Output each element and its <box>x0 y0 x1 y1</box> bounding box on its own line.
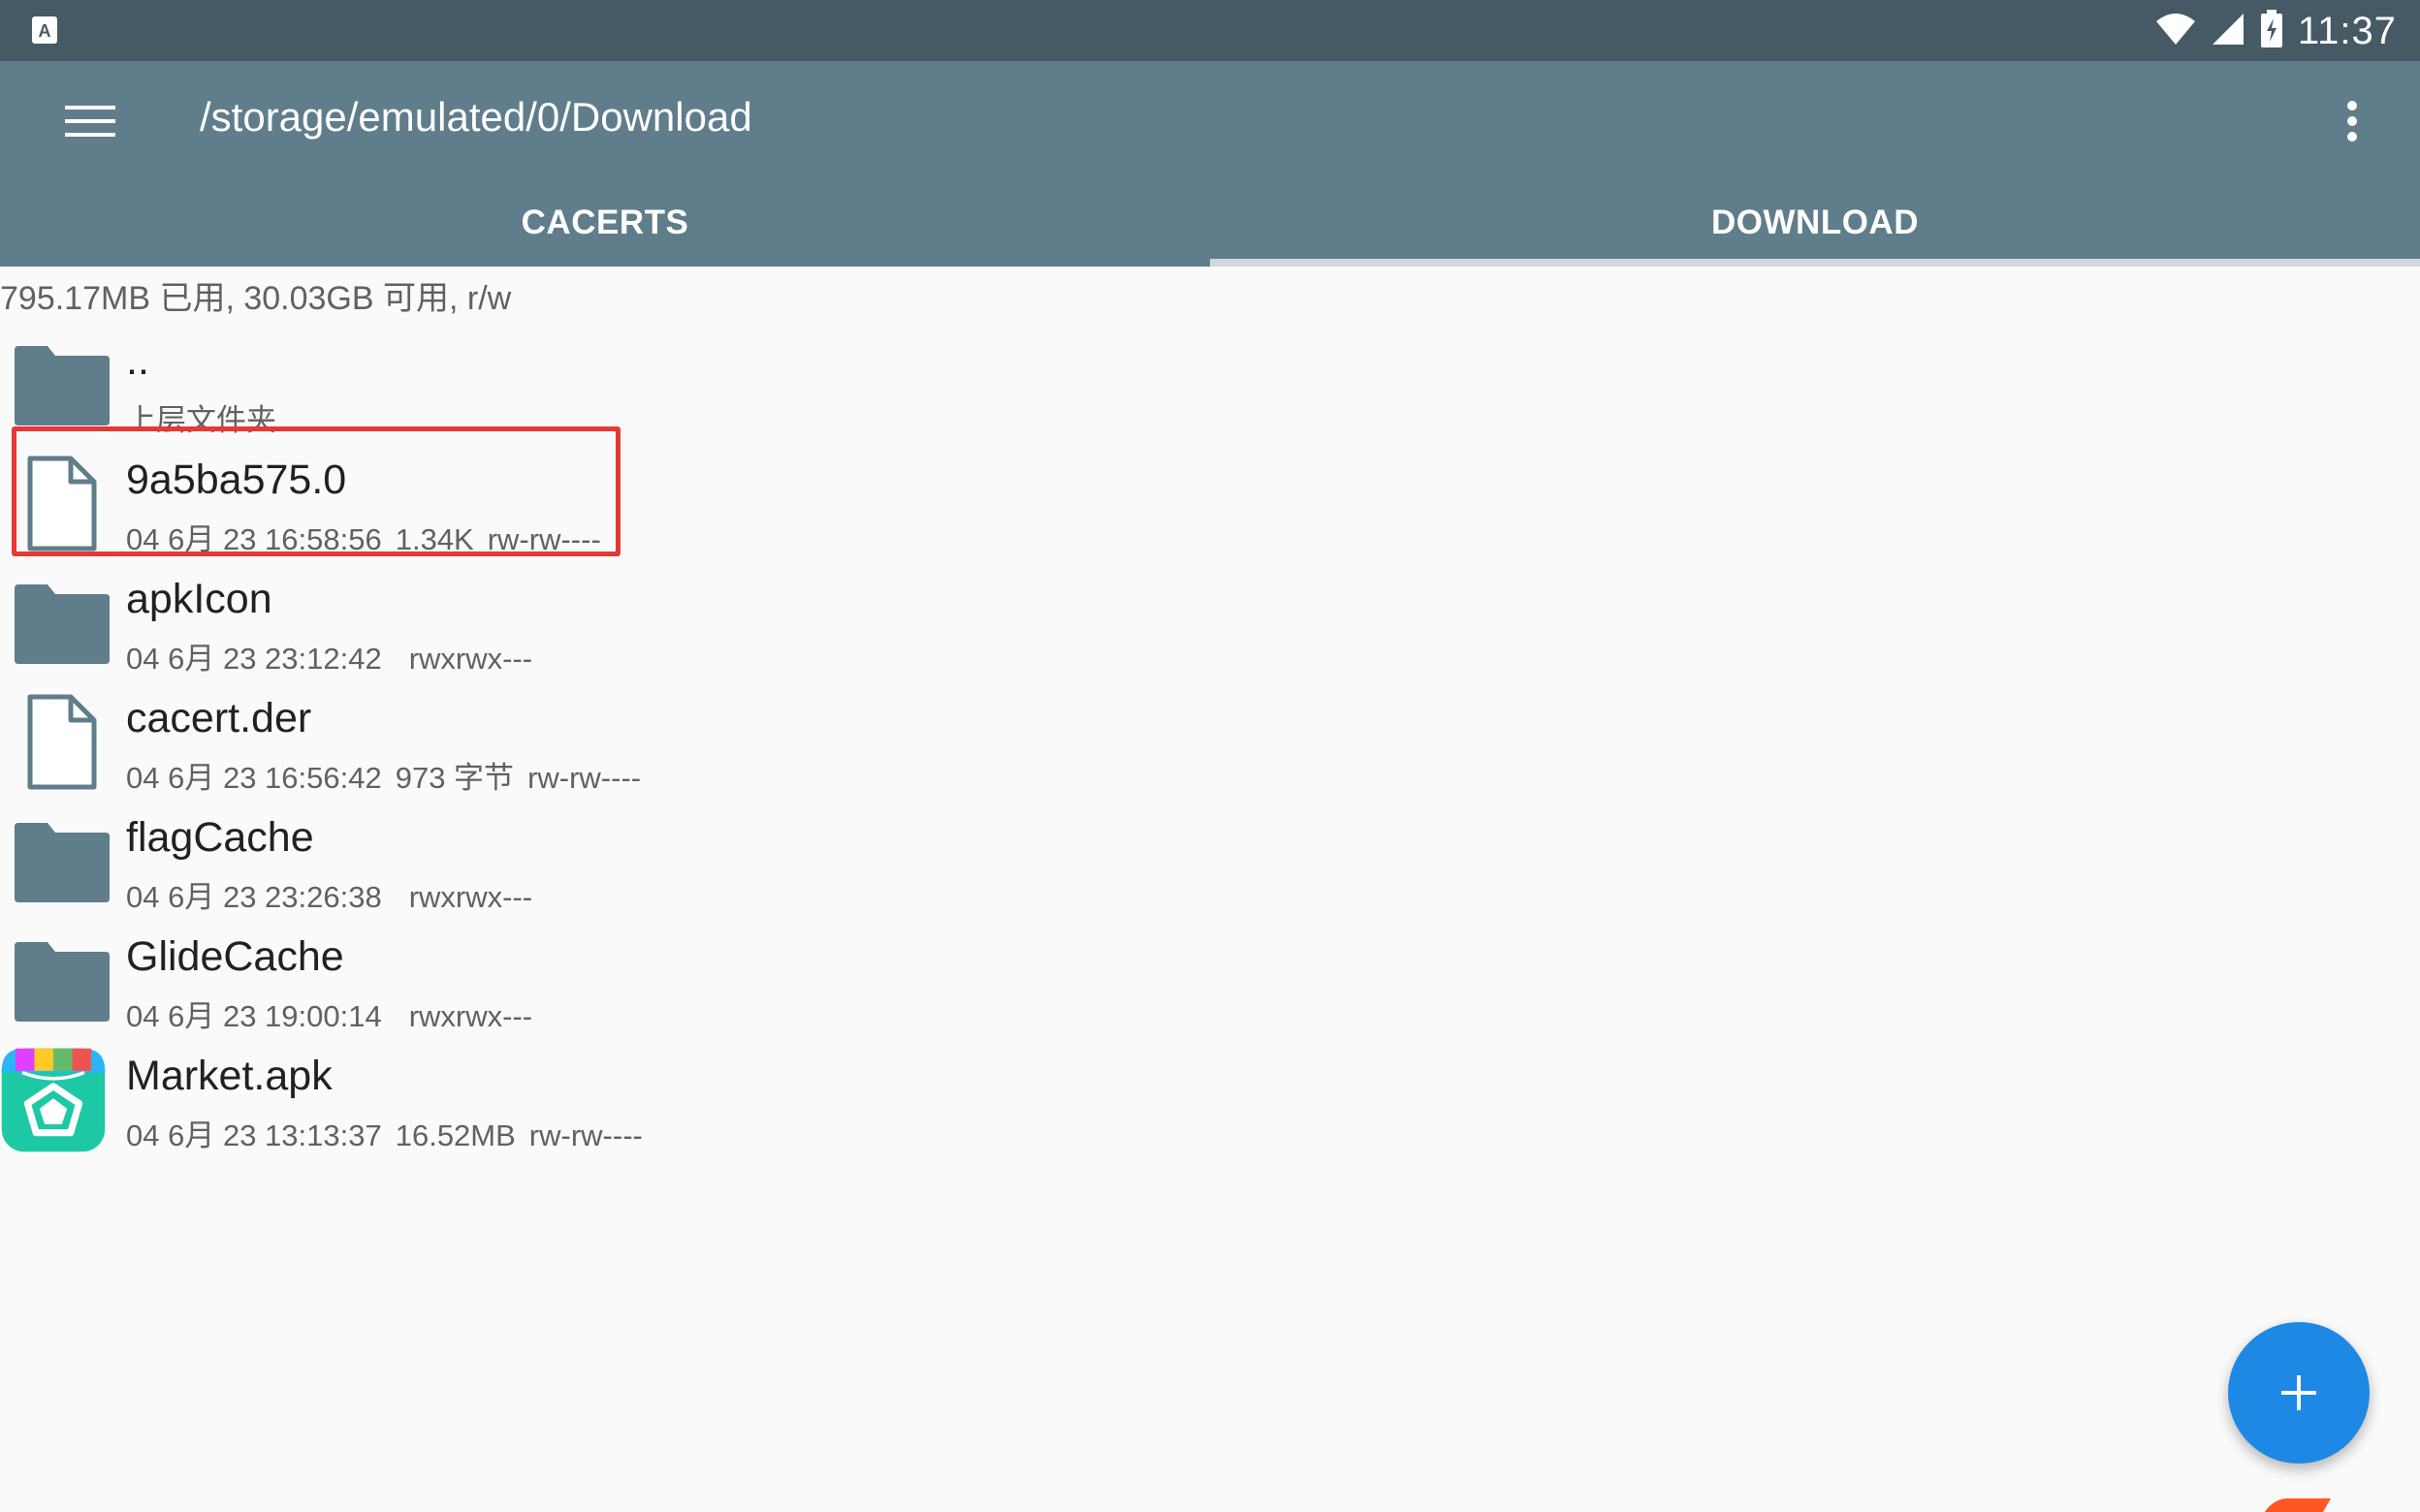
file-meta: 04 6月 23 19:00:14 rwxrwx--- <box>126 992 546 1035</box>
a-keyboard-icon: A <box>31 16 58 45</box>
tab-cacerts[interactable]: CACERTS <box>0 179 1210 267</box>
file-name: Market.apk <box>126 1053 333 1099</box>
folder-icon <box>8 928 114 1034</box>
file-meta: 04 6月 23 16:56:42 973 字节 rw-rw---- <box>126 753 654 797</box>
file-date: 04 6月 23 16:56:42 <box>126 761 382 795</box>
list-item-9a5ba575[interactable]: 9a5ba575.0 04 6月 23 16:58:56 1.34K rw-rw--… <box>0 445 2420 564</box>
svg-text:A: A <box>39 21 51 41</box>
file-icon <box>8 451 114 557</box>
list-item-glidecache[interactable]: GlideCache 04 6月 23 19:00:14 rwxrwx--- <box>0 922 2420 1041</box>
tab-download[interactable]: DOWNLOAD <box>1210 179 2420 267</box>
menu-button[interactable] <box>56 92 124 150</box>
file-icon <box>8 689 114 796</box>
wifi-icon <box>2154 12 2197 51</box>
storage-info: 795.17MB 已用, 30.03GB 可用, r/w <box>0 280 512 317</box>
signal-icon <box>2211 12 2245 51</box>
clock: 11:37 <box>2297 9 2397 52</box>
plus-icon <box>2281 1375 2316 1410</box>
file-meta: 04 6月 23 16:58:56 1.34K rw-rw---- <box>126 515 615 558</box>
file-date: 04 6月 23 23:26:38 <box>126 880 382 914</box>
file-name: apkIcon <box>126 576 272 622</box>
list-item-cacert-der[interactable]: cacert.der 04 6月 23 16:56:42 973 字节 rw-rw-… <box>0 683 2420 803</box>
file-date: 04 6月 23 23:12:42 <box>126 642 382 676</box>
more-options-button[interactable] <box>2323 90 2381 152</box>
file-date: 04 6月 23 13:13:37 <box>126 1118 382 1152</box>
file-list: .. 上层文件夹 9a5ba575.0 04 6月 23 16:58:56 1.3… <box>0 326 2420 1160</box>
file-permissions: rwxrwx--- <box>408 999 533 1033</box>
list-item-parent-folder[interactable]: .. 上层文件夹 <box>0 326 2420 445</box>
list-item-flagcache[interactable]: flagCache 04 6月 23 23:26:38 rwxrwx--- <box>0 803 2420 922</box>
hamburger-icon <box>65 106 115 137</box>
current-path: /storage/emulated/0/Download <box>200 94 752 140</box>
file-permissions: rwxrwx--- <box>408 642 533 676</box>
file-permissions: rw-rw---- <box>527 761 642 795</box>
file-name: flagCache <box>126 814 314 861</box>
file-name: 9a5ba575.0 <box>126 457 347 503</box>
file-date: 04 6月 23 19:00:14 <box>126 999 382 1033</box>
list-item-apkicon[interactable]: apkIcon 04 6月 23 23:12:42 rwxrwx--- <box>0 564 2420 683</box>
file-name: .. <box>126 337 149 384</box>
folder-icon <box>8 331 114 438</box>
file-size: 973 字节 <box>395 761 515 795</box>
file-size: 16.52MB <box>395 1118 516 1152</box>
tab-bar: CACERTS DOWNLOAD <box>0 179 2420 267</box>
app-bar: /storage/emulated/0/Download CACERTS DOW… <box>0 61 2420 267</box>
more-vert-icon <box>2347 101 2357 142</box>
status-bar: A 11:37 <box>0 0 2420 61</box>
file-date: 04 6月 23 16:58:56 <box>126 522 382 556</box>
folder-icon <box>8 570 114 677</box>
file-meta: 04 6月 23 23:26:38 rwxrwx--- <box>126 872 546 916</box>
file-permissions: rw-rw---- <box>487 522 601 556</box>
folder-icon <box>8 808 114 915</box>
list-item-market-apk[interactable]: Market.apk 04 6月 23 13:13:37 16.52MB rw-rw… <box>0 1041 2420 1160</box>
file-name: cacert.der <box>126 695 312 741</box>
add-fab-button[interactable] <box>2228 1322 2370 1464</box>
file-permissions: rwxrwx--- <box>408 880 533 914</box>
file-meta: 04 6月 23 23:12:42 rwxrwx--- <box>126 634 546 677</box>
file-subtitle: 上层文件夹 <box>126 403 276 437</box>
file-meta: 04 6月 23 13:13:37 16.52MB rw-rw---- <box>126 1111 656 1154</box>
file-permissions: rw-rw---- <box>528 1118 643 1152</box>
file-size: 1.34K <box>395 522 474 556</box>
file-name: GlideCache <box>126 933 344 980</box>
corner-fragment <box>2264 1498 2332 1512</box>
market-app-icon <box>0 1047 107 1153</box>
battery-charging-icon <box>2259 9 2284 53</box>
